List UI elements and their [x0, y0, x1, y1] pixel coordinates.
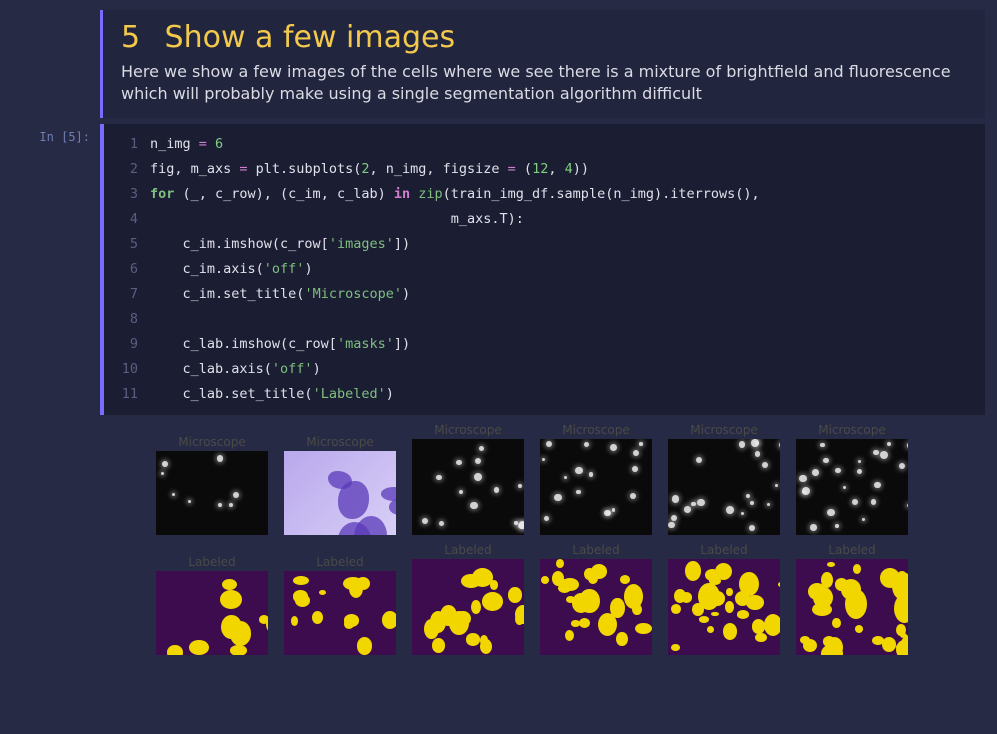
line-number: 7 [104, 282, 150, 307]
thumb-title: Labeled [188, 555, 235, 569]
microscope-thumb: Microscope [280, 435, 400, 547]
labeled-thumb: Labeled [664, 555, 784, 667]
line-number: 6 [104, 257, 150, 282]
code-text: n_img = 6 [150, 132, 223, 157]
figure-grid: MicroscopeMicroscopeMicroscopeMicroscope… [116, 435, 969, 667]
thumb-image [668, 439, 780, 535]
microscope-thumb: Microscope [408, 435, 528, 547]
code-editor[interactable]: 1n_img = 62fig, m_axs = plt.subplots(2, … [100, 124, 985, 415]
thumb-image [540, 559, 652, 655]
code-text: c_lab.set_title('Labeled') [150, 382, 394, 407]
section-title: Show a few images [165, 20, 456, 55]
code-text: c_lab.imshow(c_row['masks']) [150, 332, 410, 357]
thumb-image [156, 451, 268, 535]
section-body: Here we show a few images of the cells w… [121, 61, 967, 104]
line-number: 5 [104, 232, 150, 257]
code-text: c_im.set_title('Microscope') [150, 282, 410, 307]
thumb-title: Microscope [690, 423, 758, 437]
thumb-title: Microscope [434, 423, 502, 437]
microscope-thumb: Microscope [536, 435, 656, 547]
code-line: 9 c_lab.imshow(c_row['masks']) [104, 332, 985, 357]
cell-prompt: In [5]: [12, 130, 90, 144]
thumb-title: Microscope [306, 435, 374, 449]
thumb-title: Labeled [316, 555, 363, 569]
thumb-image [156, 571, 268, 655]
line-number: 10 [104, 357, 150, 382]
code-text: c_lab.axis('off') [150, 357, 321, 382]
labeled-thumb: Labeled [152, 555, 272, 667]
code-line: 2fig, m_axs = plt.subplots(2, n_img, fig… [104, 157, 985, 182]
code-line: 3for (_, c_row), (c_im, c_lab) in zip(tr… [104, 182, 985, 207]
line-number: 2 [104, 157, 150, 182]
labeled-thumb: Labeled [792, 555, 912, 667]
section-heading: 5 Show a few images [121, 20, 967, 55]
code-line: 1n_img = 6 [104, 132, 985, 157]
code-line: 4 m_axs.T): [104, 207, 985, 232]
labeled-thumb: Labeled [408, 555, 528, 667]
code-line: 6 c_im.axis('off') [104, 257, 985, 282]
code-line: 8 [104, 307, 985, 332]
code-text: c_im.imshow(c_row['images']) [150, 232, 410, 257]
labeled-thumb: Labeled [280, 555, 400, 667]
line-number: 1 [104, 132, 150, 157]
line-number: 8 [104, 307, 150, 332]
code-line: 11 c_lab.set_title('Labeled') [104, 382, 985, 407]
line-number: 3 [104, 182, 150, 207]
microscope-thumb: Microscope [664, 435, 784, 547]
code-line: 5 c_im.imshow(c_row['images']) [104, 232, 985, 257]
figure-row-microscope: MicroscopeMicroscopeMicroscopeMicroscope… [116, 435, 969, 547]
thumb-image [412, 559, 524, 655]
microscope-thumb: Microscope [152, 435, 272, 547]
thumb-title: Microscope [818, 423, 886, 437]
line-number: 11 [104, 382, 150, 407]
code-text: m_axs.T): [150, 207, 524, 232]
code-text: c_im.axis('off') [150, 257, 313, 282]
line-number: 4 [104, 207, 150, 232]
thumb-title: Labeled [444, 543, 491, 557]
thumb-image [796, 439, 908, 535]
line-number: 9 [104, 332, 150, 357]
thumb-image [796, 559, 908, 655]
thumb-title: Labeled [828, 543, 875, 557]
thumb-title: Labeled [700, 543, 747, 557]
thumb-image [284, 571, 396, 655]
labeled-thumb: Labeled [536, 555, 656, 667]
code-cell: In [5]: 1n_img = 62fig, m_axs = plt.subp… [12, 124, 985, 415]
markdown-cell: 5 Show a few images Here we show a few i… [100, 10, 985, 118]
code-line: 7 c_im.set_title('Microscope') [104, 282, 985, 307]
thumb-image [540, 439, 652, 535]
code-text: fig, m_axs = plt.subplots(2, n_img, figs… [150, 157, 589, 182]
microscope-thumb: Microscope [792, 435, 912, 547]
section-number: 5 [121, 20, 155, 55]
thumb-title: Microscope [178, 435, 246, 449]
code-line: 10 c_lab.axis('off') [104, 357, 985, 382]
thumb-image [668, 559, 780, 655]
cell-output: MicroscopeMicroscopeMicroscopeMicroscope… [100, 431, 985, 687]
thumb-title: Labeled [572, 543, 619, 557]
code-text: for (_, c_row), (c_im, c_lab) in zip(tra… [150, 182, 760, 207]
thumb-image [412, 439, 524, 535]
thumb-image [284, 451, 396, 535]
figure-row-labeled: LabeledLabeledLabeledLabeledLabeledLabel… [116, 555, 969, 667]
thumb-title: Microscope [562, 423, 630, 437]
